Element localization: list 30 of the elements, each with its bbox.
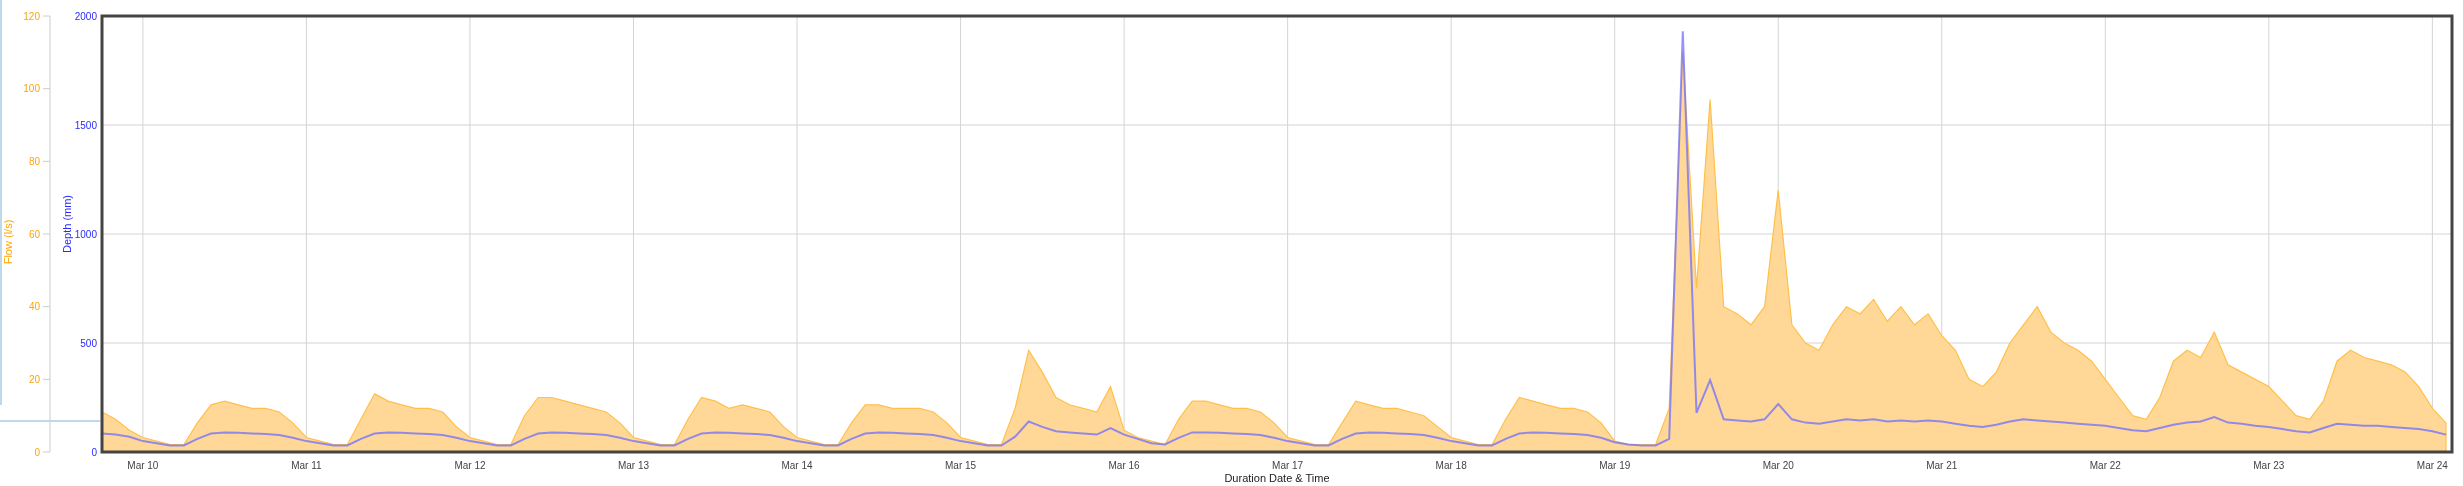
depth-tick-label: 500 (80, 337, 97, 349)
flow-tick-label: 80 (28, 155, 40, 167)
depth-tick-label: 1500 (74, 119, 97, 131)
date-tick-label: Mar 12 (454, 460, 486, 471)
depth-tick-label: 0 (91, 446, 97, 458)
x-axis-title: Duration Date & Time (1224, 472, 1330, 484)
date-tick-label: Mar 14 (781, 460, 813, 471)
date-tick-label: Mar 17 (1272, 460, 1304, 471)
depth-axis-title: Depth (mm) (61, 194, 73, 254)
flow-tick-label: 60 (28, 228, 40, 240)
date-tick-label: Mar 16 (1108, 460, 1140, 471)
date-tick-label: Mar 22 (2089, 460, 2121, 471)
depth-tick-label: 2000 (74, 10, 97, 22)
date-tick-label: Mar 24 (2416, 460, 2448, 471)
depth-tick-label: 1000 (74, 228, 97, 240)
flow-tick-label: 120 (23, 10, 40, 22)
date-tick-label: Mar 18 (1435, 460, 1467, 471)
date-tick-label: Mar 15 (945, 460, 977, 471)
date-tick-label: Mar 13 (617, 460, 650, 471)
date-tick-label: Mar 10 (127, 460, 159, 471)
flow-tick-label: 100 (23, 83, 40, 95)
flow-tick-label: 20 (28, 373, 40, 385)
date-tick-label: Mar 21 (1926, 460, 1958, 471)
date-tick-label: Mar 11 (291, 460, 322, 471)
date-tick-label: Mar 20 (1762, 460, 1794, 471)
flow-tick-label: 0 (34, 446, 40, 458)
date-tick-label: Mar 23 (2253, 460, 2285, 471)
flow-tick-label: 40 (28, 301, 40, 313)
flow-axis-title: Flow (l/s) (2, 219, 14, 265)
date-tick-label: Mar 19 (1599, 460, 1631, 471)
